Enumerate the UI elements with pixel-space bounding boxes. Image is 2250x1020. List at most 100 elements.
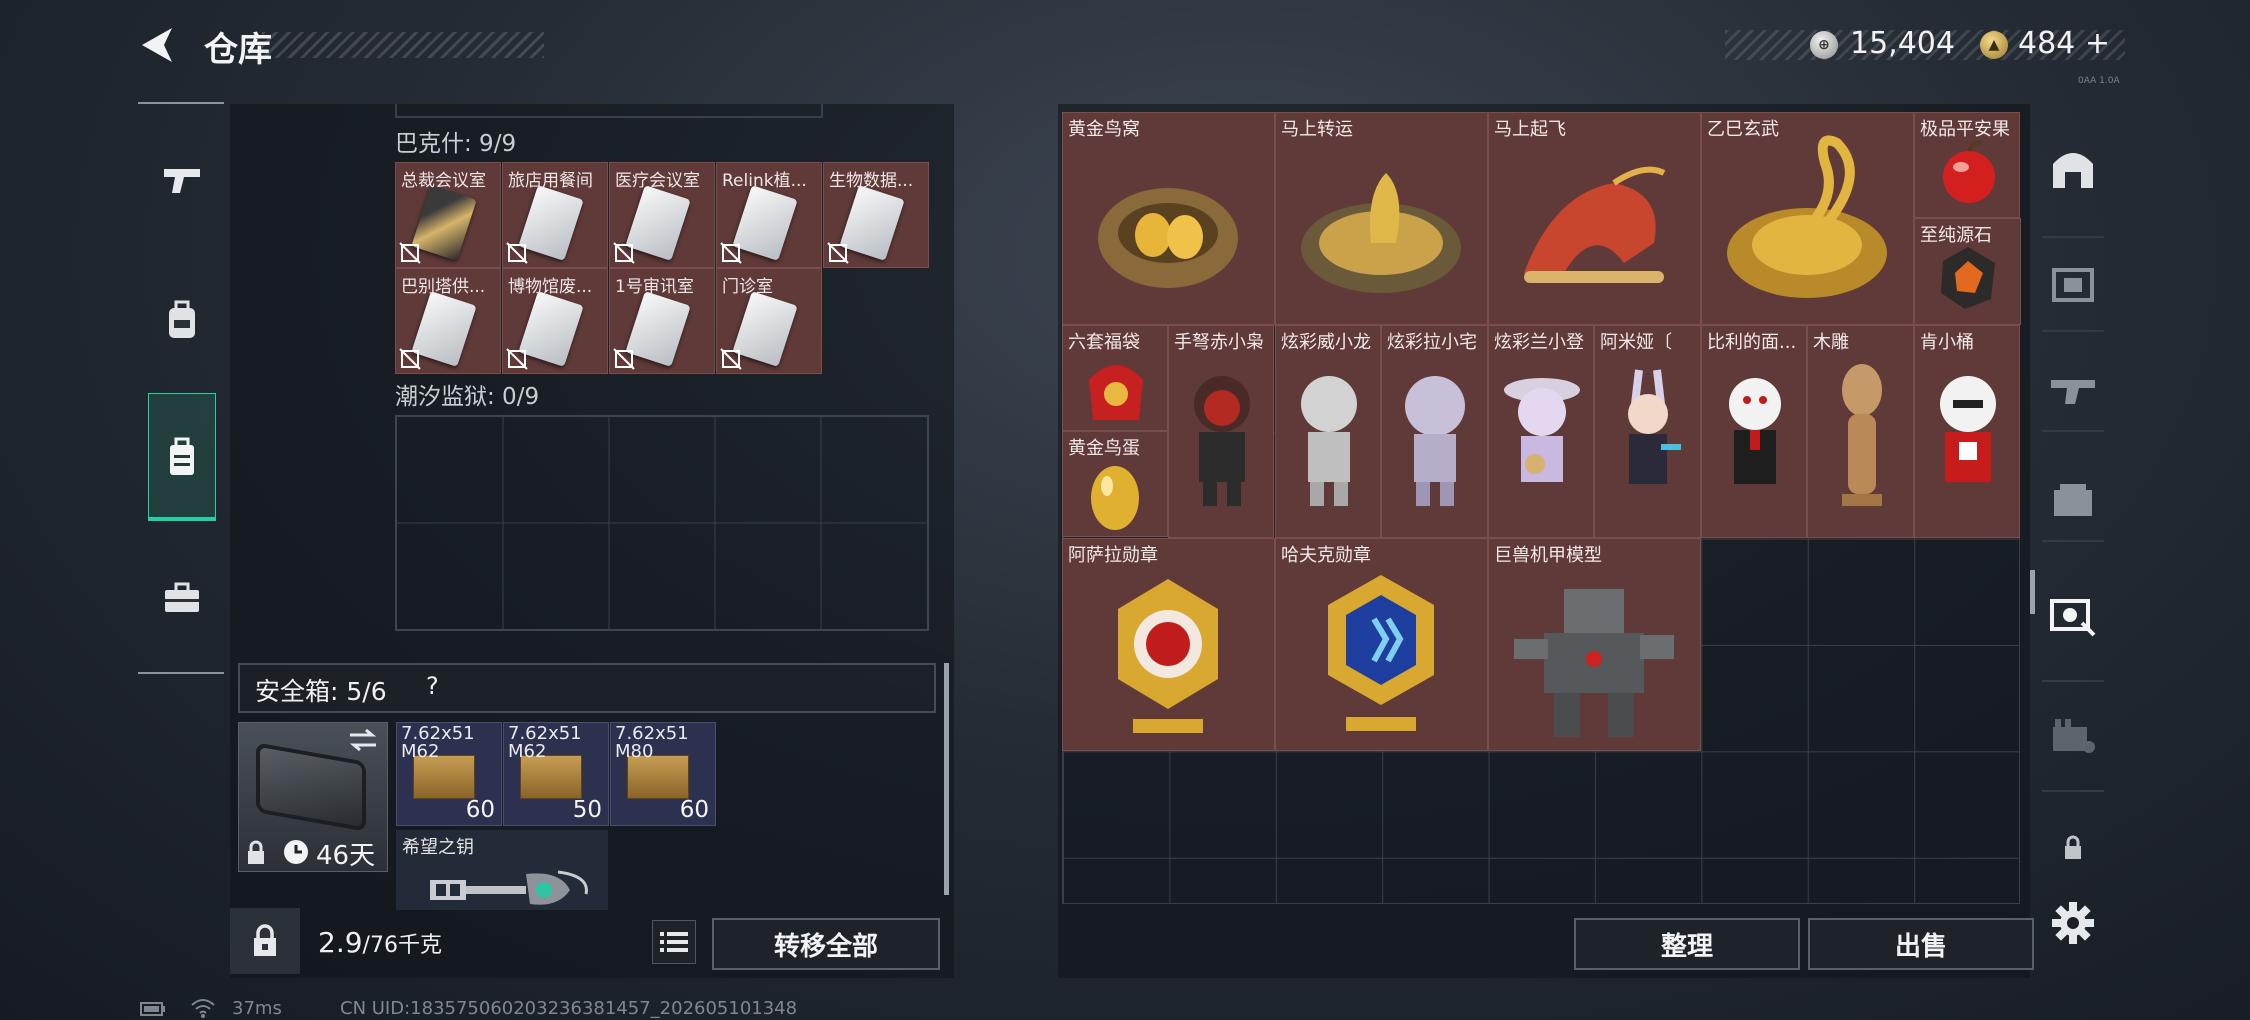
keycard-image (518, 291, 584, 367)
collectible-item[interactable]: 阿萨拉勋章 (1062, 538, 1275, 751)
keycard-name: 博物馆废... (508, 277, 593, 297)
collectible-name: 黄金鸟蛋 (1068, 438, 1140, 459)
silver-coin-icon: ⊕ (1810, 31, 1838, 59)
collectible-image (1301, 376, 1357, 506)
rnav-home[interactable] (2040, 128, 2106, 208)
collectible-item[interactable]: 木雕 (1807, 325, 1914, 538)
keycard-slot[interactable]: 门诊室 (716, 268, 822, 374)
collectible-item[interactable]: 马上转运 (1275, 112, 1488, 325)
collectible-item[interactable]: 至纯源石 (1914, 218, 2021, 325)
collectible-item[interactable]: 哈夫克勋章 (1275, 538, 1488, 751)
collectible-name: 炫彩威小龙 (1281, 332, 1371, 353)
ammo-slot[interactable]: 7.62x51 M80 60 (610, 722, 716, 826)
collectible-item[interactable]: 炫彩威小龙 (1275, 325, 1381, 538)
collectible-item[interactable]: 乙巳玄武 (1701, 112, 1914, 325)
back-arrow-icon[interactable] (136, 24, 178, 66)
keycard-slot[interactable]: 巴别塔供... (395, 268, 501, 374)
collectible-item[interactable]: 马上起飞 (1488, 112, 1701, 325)
keycard-slot[interactable]: 总裁会议室 (395, 162, 501, 268)
collectible-name: 巨兽机甲模型 (1494, 545, 1602, 566)
keycard-image (625, 185, 691, 261)
collectible-item[interactable]: 六套福袋 (1062, 325, 1168, 431)
silver-amount: 15,404 (1850, 26, 1955, 61)
previous-section-grid (395, 104, 823, 118)
gold-plus-button[interactable]: + (2085, 26, 2110, 61)
collectible-image (1940, 376, 1996, 482)
keycard-slot[interactable]: 医疗会议室 (609, 162, 715, 268)
collectibles-scrollbar[interactable] (2030, 570, 2035, 614)
keycard-slot[interactable]: 博物馆废... (502, 268, 608, 374)
rnav-cat-2[interactable] (2040, 350, 2106, 430)
collectible-image (1514, 589, 1674, 737)
rnav-divider (2042, 680, 2104, 682)
lock-button[interactable] (230, 908, 300, 974)
ammo-type: M62 (401, 741, 440, 762)
no-discard-icon (827, 242, 849, 264)
toolbox-tab[interactable] (148, 558, 216, 638)
battery-icon (140, 1002, 165, 1016)
rnav-collectibles-active[interactable] (2040, 575, 2106, 655)
no-discard-icon (506, 242, 528, 264)
transfer-all-button[interactable]: 转移全部 (712, 918, 940, 970)
collectible-item[interactable]: 极品平安果 (1914, 112, 2020, 218)
rnav-divider (2042, 430, 2104, 432)
clock-icon (284, 840, 308, 864)
padlock-icon (254, 924, 276, 956)
rnav-cat-5[interactable] (2040, 695, 2106, 775)
list-view-button[interactable] (652, 920, 696, 964)
rnav-divider (2042, 236, 2104, 238)
help-button[interactable]: ? (426, 672, 439, 700)
keycard-slot[interactable]: 1号审讯室 (609, 268, 715, 374)
wifi-icon (191, 999, 215, 1018)
collectible-item[interactable]: 手弩赤小枭 (1168, 325, 1274, 538)
title-decoration (262, 32, 544, 58)
backpack-icon (169, 300, 195, 338)
backpack-tab[interactable] (148, 280, 216, 360)
stash-scrollbar[interactable] (944, 663, 949, 895)
sell-button[interactable]: 出售 (1808, 918, 2034, 970)
ammo-slot[interactable]: 7.62x51 M62 50 (503, 722, 609, 826)
key-image (430, 870, 588, 905)
no-discard-icon (506, 348, 528, 370)
ammo-slot[interactable]: 7.62x51 M62 60 (396, 722, 502, 826)
rnav-cat-1[interactable] (2040, 244, 2106, 324)
rnav-cat-3[interactable] (2040, 460, 2106, 540)
rnav-locked[interactable] (2040, 808, 2106, 888)
collectible-name: 黄金鸟窝 (1068, 119, 1140, 140)
pistol-icon (164, 169, 200, 193)
collectible-item[interactable]: 肯小桶 (1914, 325, 2020, 538)
storage-tab[interactable] (148, 417, 216, 497)
collectible-item[interactable]: 阿米娅〔 (1594, 325, 1701, 538)
collectible-name: 比利的面... (1707, 332, 1797, 353)
arch-icon (2053, 153, 2093, 188)
collectible-item[interactable]: 黄金鸟蛋 (1062, 431, 1168, 537)
collectible-item[interactable]: 比利的面... (1701, 325, 1807, 538)
collectible-item[interactable]: 炫彩兰小登 (1488, 325, 1594, 538)
keycard-name: 门诊室 (722, 277, 773, 297)
collectible-item[interactable]: 炫彩拉小宅 (1381, 325, 1488, 538)
rnav-divider (2042, 540, 2104, 542)
weapons-tab[interactable] (148, 140, 216, 220)
keycard-slot[interactable]: 旅店用餐间 (502, 162, 608, 268)
settings-gear-icon[interactable] (2050, 900, 2096, 946)
collectible-image (1727, 135, 1887, 298)
keycard-slot[interactable]: Relink植... (716, 162, 822, 268)
collectible-item[interactable]: 巨兽机甲模型 (1488, 538, 1701, 751)
no-discard-icon (720, 242, 742, 264)
collectible-image (1524, 166, 1666, 283)
hope-key-name: 希望之钥 (402, 837, 474, 858)
collectible-image (1328, 575, 1434, 731)
sort-button[interactable]: 整理 (1574, 918, 1800, 970)
keycard-image (411, 185, 477, 261)
collectible-item[interactable]: 黄金鸟窝 (1062, 112, 1275, 325)
equipment-icon (2052, 268, 2094, 302)
lock-icon (248, 840, 264, 864)
rnav-divider (2042, 790, 2104, 792)
gold-coin-icon: ▲ (1980, 31, 2008, 59)
gold-amount[interactable]: 484 + (2018, 26, 2110, 61)
keycard-slot[interactable]: 生物数据... (823, 162, 929, 268)
collectible-name: 炫彩兰小登 (1494, 332, 1584, 353)
swap-icon[interactable] (348, 728, 378, 752)
collectible-image (1118, 579, 1218, 733)
collectible-image (1628, 369, 1681, 484)
